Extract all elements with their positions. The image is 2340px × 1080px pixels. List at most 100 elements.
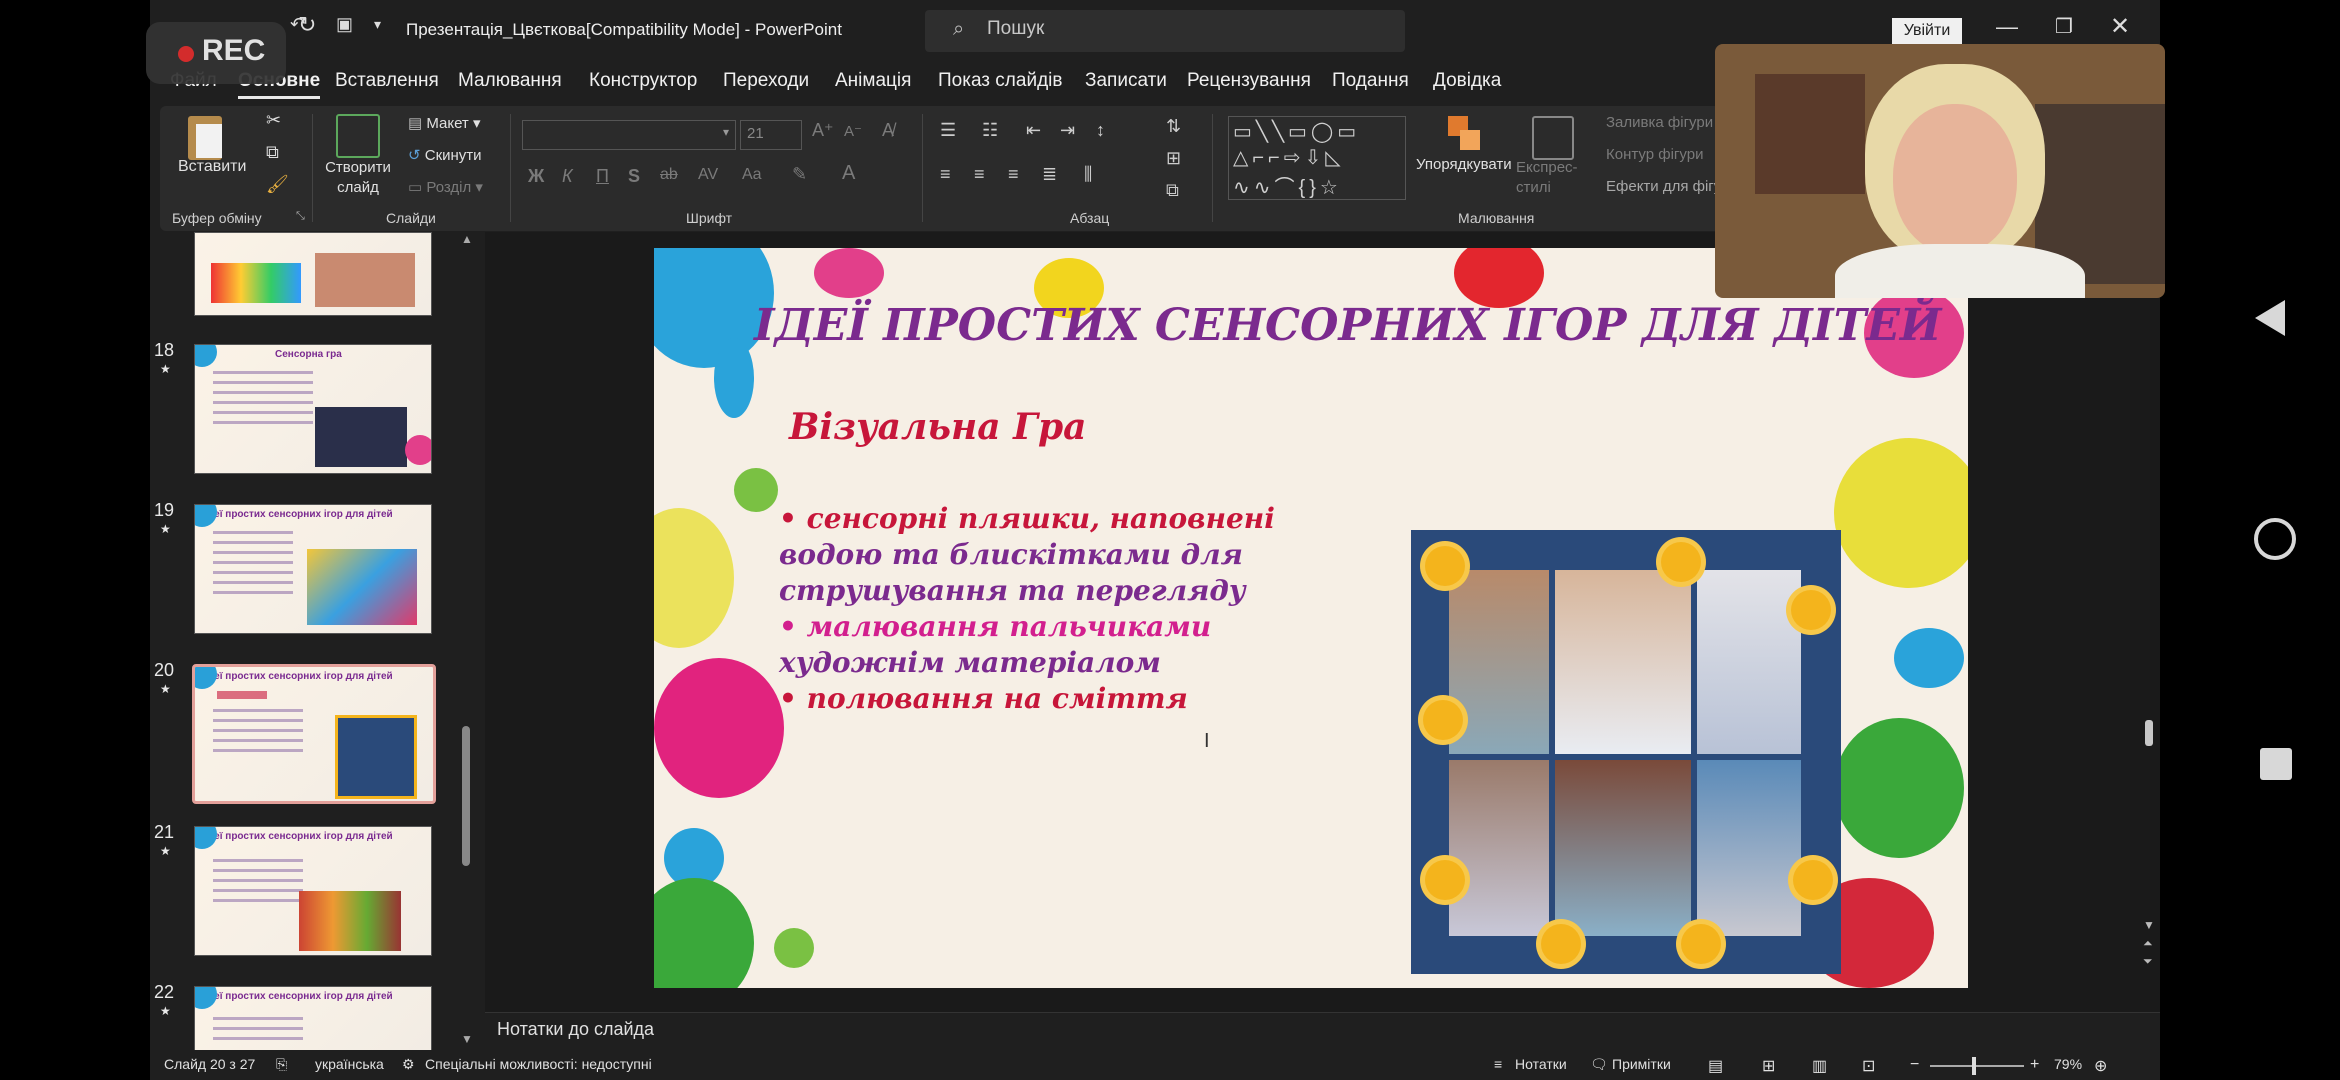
customize-arrow-icon[interactable]: ▾ xyxy=(374,16,381,33)
clear-format-icon[interactable]: A̸ xyxy=(882,120,894,141)
quick-styles-button[interactable]: Експрес-стилі xyxy=(1516,158,1594,198)
tab-design[interactable]: Конструктор xyxy=(589,70,697,92)
slide-thumbnail[interactable]: Ідеї простих сенсорних ігор для дітей xyxy=(194,504,432,634)
bold-button[interactable]: Ж xyxy=(528,166,544,187)
redo-icon[interactable]: ↻ xyxy=(298,12,316,38)
shape-fill-button[interactable]: Заливка фігури xyxy=(1606,114,1713,131)
align-text-icon[interactable]: ⊞ xyxy=(1166,148,1181,169)
scroll-down-icon[interactable]: ▼ xyxy=(2143,918,2155,932)
scroll-down-icon[interactable]: ▼ xyxy=(461,1032,473,1046)
columns-icon[interactable]: ⫼ xyxy=(1084,164,1092,185)
format-painter-icon[interactable]: 🖌 xyxy=(266,174,289,195)
highlight-icon[interactable]: ✎ xyxy=(792,164,807,185)
slide-thumbnail[interactable] xyxy=(194,232,432,316)
slide-thumbnail[interactable]: Сенсорна гра xyxy=(194,344,432,474)
tab-help[interactable]: Довідка xyxy=(1433,70,1501,92)
quick-styles-icon[interactable] xyxy=(1532,116,1574,160)
recording-indicator[interactable]: REC xyxy=(146,22,286,84)
bullets-icon[interactable]: ☰ xyxy=(940,120,956,141)
new-slide-icon[interactable] xyxy=(336,114,380,158)
tab-slideshow[interactable]: Показ слайдів xyxy=(938,70,1062,92)
slide-thumbnail-selected[interactable]: Ідеї простих сенсорних ігор для дітей xyxy=(192,664,436,804)
align-right-icon[interactable]: ≡ xyxy=(1008,164,1019,185)
decrease-indent-icon[interactable]: ⇤ xyxy=(1026,120,1041,141)
thumbnails-scrollbar[interactable]: ▲ ▼ xyxy=(460,232,473,1050)
tab-animations[interactable]: Анімація xyxy=(835,70,911,92)
shape-outline-button[interactable]: Контур фігури xyxy=(1606,146,1703,163)
arrange-icon[interactable] xyxy=(1448,116,1482,156)
font-size-select[interactable]: 21 xyxy=(740,120,802,150)
line-spacing-icon[interactable]: ↕ xyxy=(1096,120,1105,141)
zoom-slider-thumb[interactable] xyxy=(1972,1057,1976,1075)
comments-toggle[interactable]: Примітки xyxy=(1612,1056,1671,1072)
zoom-level[interactable]: 79% xyxy=(2054,1056,2082,1072)
shapes-gallery[interactable]: ▭╲╲▭◯▭ △⌐⌐⇨⇩◺ ∿∿⌒{}☆ xyxy=(1228,116,1406,200)
font-color-icon[interactable]: A xyxy=(842,162,855,185)
slide-title[interactable]: ІДЕЇ ПРОСТИХ СЕНСОРНИХ ІГОР ДЛЯ ДІТЕЙ xyxy=(754,300,1954,351)
search-box[interactable]: ⌕ Пошук xyxy=(925,10,1405,52)
slide-canvas[interactable]: ІДЕЇ ПРОСТИХ СЕНСОРНИХ ІГОР ДЛЯ ДІТЕЙ Ві… xyxy=(654,248,1968,988)
copy-icon[interactable]: ⧉ xyxy=(266,142,279,163)
slideshow-view-icon[interactable]: ⊡ xyxy=(1862,1056,1875,1076)
grow-font-icon[interactable]: A⁺ xyxy=(812,120,834,141)
justify-icon[interactable]: ≣ xyxy=(1042,164,1057,185)
change-case-button[interactable]: Aa xyxy=(742,166,762,184)
fit-to-window-icon[interactable]: ⊕ xyxy=(2094,1056,2107,1076)
text-direction-icon[interactable]: ⇅ xyxy=(1166,116,1181,137)
section-button[interactable]: ▭ Розділ ▾ xyxy=(408,178,483,196)
language-indicator[interactable]: українська xyxy=(315,1056,384,1072)
scrollbar-thumb[interactable] xyxy=(462,726,470,866)
slide-thumbnail[interactable]: Ідеї простих сенсорних ігор для дітей xyxy=(194,986,432,1052)
increase-indent-icon[interactable]: ⇥ xyxy=(1060,120,1075,141)
next-slide-icon[interactable]: ⏷ xyxy=(2143,954,2153,969)
align-left-icon[interactable]: ≡ xyxy=(940,164,951,185)
sign-in-button[interactable]: Увійти xyxy=(1892,18,1962,44)
tab-view[interactable]: Подання xyxy=(1332,70,1409,92)
scrollbar-thumb[interactable] xyxy=(2145,720,2153,746)
restore-icon[interactable]: ❐ xyxy=(2055,14,2073,39)
zoom-in-icon[interactable]: + xyxy=(2030,1056,2039,1074)
align-center-icon[interactable]: ≡ xyxy=(974,164,985,185)
present-icon[interactable]: ▣ xyxy=(336,14,353,35)
notes-pane[interactable]: Нотатки до слайда xyxy=(485,1012,2160,1051)
new-slide-button[interactable]: Створити слайд xyxy=(322,158,394,198)
zoom-out-icon[interactable]: − xyxy=(1910,1056,1919,1074)
reset-button[interactable]: ↺ Скинути xyxy=(408,146,482,164)
tab-record[interactable]: Записати xyxy=(1085,70,1167,92)
notes-toggle[interactable]: Нотатки xyxy=(1515,1056,1567,1072)
smartart-icon[interactable]: ⧉ xyxy=(1166,180,1179,201)
shadow-button[interactable]: S xyxy=(628,166,640,187)
tab-insert[interactable]: Вставлення xyxy=(335,70,439,92)
tab-review[interactable]: Рецензування xyxy=(1187,70,1311,92)
paste-button[interactable]: Вставити xyxy=(178,158,246,176)
normal-view-icon[interactable]: ▤ xyxy=(1708,1056,1723,1076)
editor-scrollbar[interactable]: ▼ ⏶ ⏷ xyxy=(2141,232,2157,1012)
font-name-select[interactable]: ▾ xyxy=(522,120,736,150)
layout-button[interactable]: ▤ Макет ▾ xyxy=(408,114,481,132)
zoom-slider[interactable] xyxy=(1930,1057,2024,1075)
previous-slide-icon[interactable]: ⏶ xyxy=(2143,936,2153,951)
strikethrough-button[interactable]: ab xyxy=(660,166,678,184)
tab-transitions[interactable]: Переходи xyxy=(723,70,809,92)
android-home-icon[interactable] xyxy=(2254,518,2296,560)
italic-button[interactable]: К xyxy=(562,166,573,187)
char-spacing-icon[interactable]: AV xyxy=(698,166,718,184)
close-icon[interactable]: ✕ xyxy=(2110,12,2130,41)
dialog-launcher-icon[interactable]: ⤡ xyxy=(296,210,305,223)
arrange-button[interactable]: Упорядкувати xyxy=(1416,156,1512,173)
slide-thumbnail[interactable]: Ідеї простих сенсорних ігор для дітей xyxy=(194,826,432,956)
slide-sorter-icon[interactable]: ⊞ xyxy=(1762,1056,1775,1076)
cut-icon[interactable]: ✂ xyxy=(266,110,281,131)
numbering-icon[interactable]: ☷ xyxy=(982,120,998,141)
accessibility-status[interactable]: Спеціальні можливості: недоступні xyxy=(425,1056,652,1072)
android-back-icon[interactable] xyxy=(2255,300,2285,336)
shrink-font-icon[interactable]: A⁻ xyxy=(844,122,862,140)
scroll-up-icon[interactable]: ▲ xyxy=(461,232,473,246)
underline-button[interactable]: П xyxy=(596,166,609,187)
slide-subtitle[interactable]: Візуальна Гра xyxy=(789,406,1087,448)
paste-icon[interactable] xyxy=(182,114,228,164)
android-recents-icon[interactable] xyxy=(2260,748,2292,780)
reading-view-icon[interactable]: ▥ xyxy=(1812,1056,1827,1076)
spellcheck-icon[interactable]: ⎘ xyxy=(276,1056,287,1073)
tab-draw[interactable]: Малювання xyxy=(458,70,562,92)
